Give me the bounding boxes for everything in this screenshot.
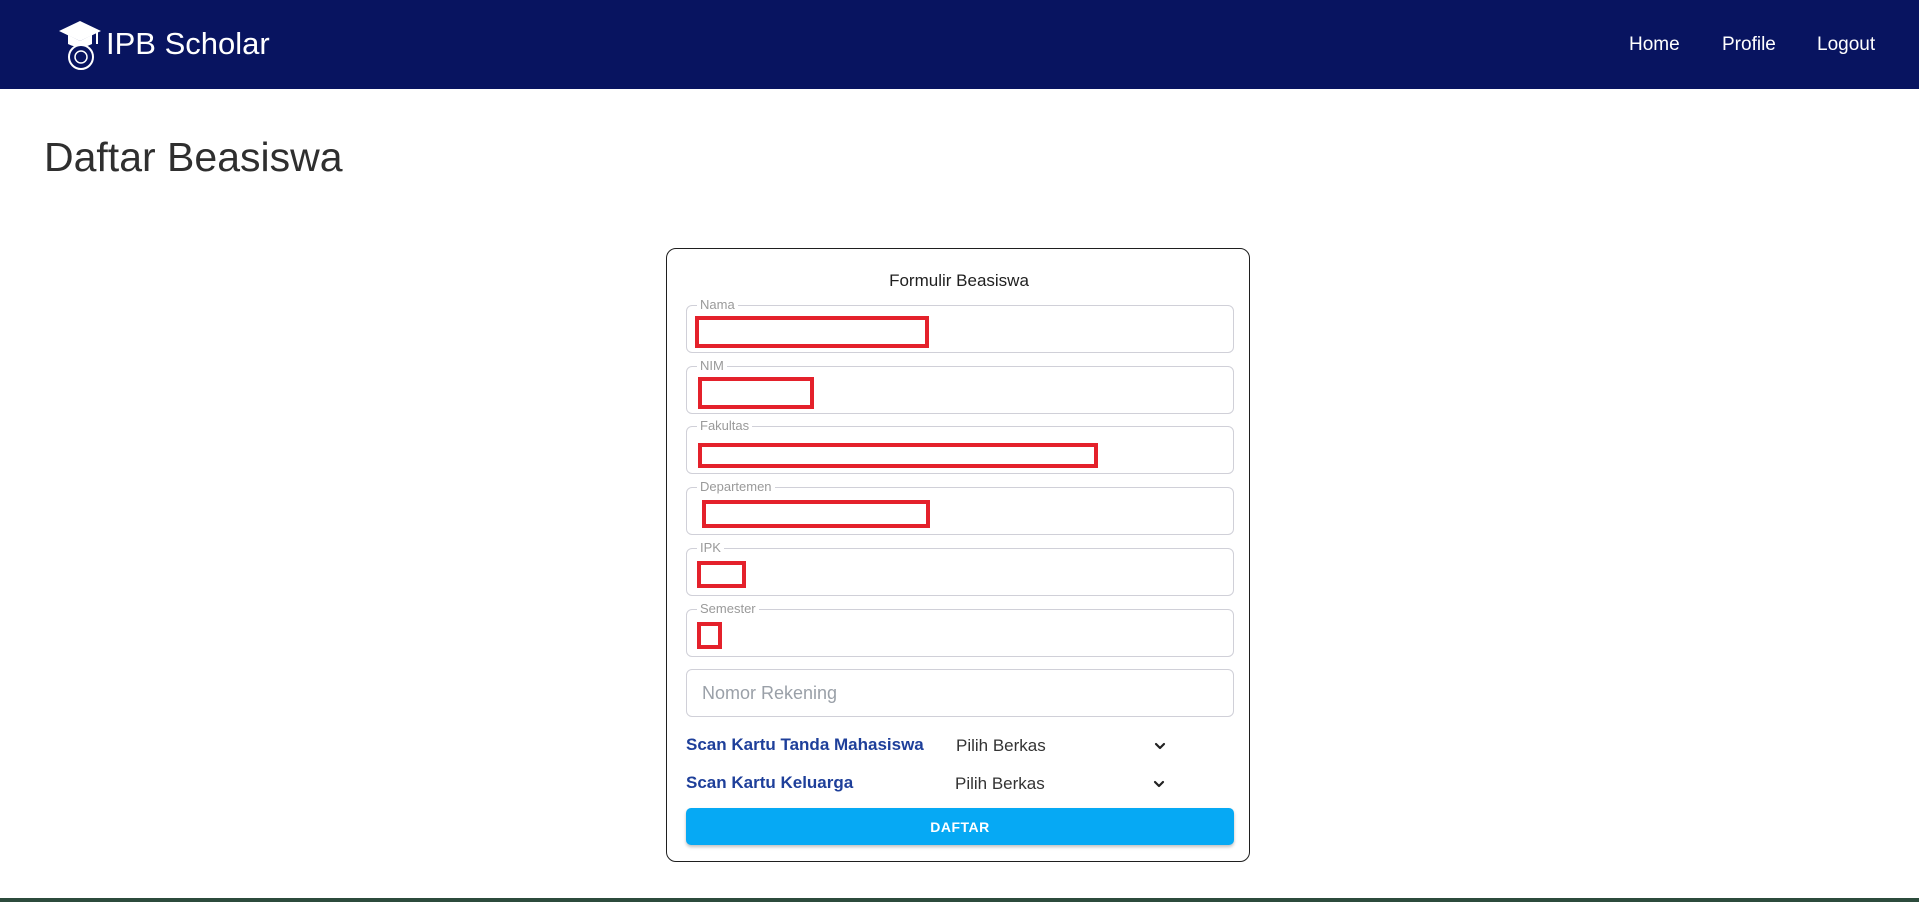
redaction-box bbox=[697, 622, 722, 649]
ipk-field[interactable]: IPK bbox=[686, 541, 1234, 596]
nim-label: NIM bbox=[697, 359, 727, 373]
nim-field[interactable]: NIM bbox=[686, 359, 1234, 414]
daftar-submit-button[interactable]: DAFTAR bbox=[686, 808, 1234, 845]
chevron-down-icon bbox=[1153, 780, 1165, 788]
top-navbar: IPB Scholar Home Profile Logout bbox=[0, 0, 1919, 89]
upload-kk-label: Scan Kartu Keluarga bbox=[686, 773, 854, 792]
chevron-down-icon bbox=[1154, 742, 1166, 750]
fakultas-field[interactable]: Fakultas bbox=[686, 419, 1234, 474]
redaction-box bbox=[698, 377, 814, 409]
scholarship-form-card: Formulir Beasiswa Nama NIM Fakultas Depa… bbox=[666, 248, 1250, 862]
graduation-cap-logo-icon bbox=[59, 21, 101, 70]
bottom-edge-bar bbox=[0, 898, 1919, 902]
upload-ktm-select-value: Pilih Berkas bbox=[956, 736, 1046, 755]
nomor-rekening-input[interactable] bbox=[687, 670, 1233, 716]
upload-kk-select-value: Pilih Berkas bbox=[955, 774, 1045, 793]
nav-profile-link[interactable]: Profile bbox=[1722, 34, 1776, 56]
upload-ktm-select[interactable]: Pilih Berkas bbox=[956, 733, 1166, 761]
nav-logout-link[interactable]: Logout bbox=[1817, 34, 1875, 56]
redaction-box bbox=[702, 500, 930, 528]
brand-home-link[interactable]: IPB Scholar bbox=[56, 16, 270, 72]
page-title: Daftar Beasiswa bbox=[44, 134, 343, 180]
upload-row-ktm: Scan Kartu Tanda Mahasiswa Pilih Berkas bbox=[686, 733, 1234, 761]
upload-row-kk: Scan Kartu Keluarga Pilih Berkas bbox=[686, 771, 1234, 799]
form-title: Formulir Beasiswa bbox=[889, 271, 1029, 290]
departemen-label: Departemen bbox=[697, 480, 775, 494]
redaction-box bbox=[697, 561, 746, 588]
redaction-box bbox=[698, 443, 1098, 468]
redaction-box bbox=[695, 316, 929, 348]
semester-label: Semester bbox=[697, 602, 759, 616]
nav-home-link[interactable]: Home bbox=[1629, 34, 1680, 56]
departemen-field[interactable]: Departemen bbox=[686, 480, 1234, 535]
upload-ktm-label: Scan Kartu Tanda Mahasiswa bbox=[686, 735, 924, 754]
ipk-label: IPK bbox=[697, 541, 724, 555]
nama-label: Nama bbox=[697, 298, 738, 312]
upload-kk-select[interactable]: Pilih Berkas bbox=[955, 771, 1165, 799]
nomor-rekening-field bbox=[686, 669, 1234, 717]
nama-field[interactable]: Nama bbox=[686, 298, 1234, 353]
semester-field[interactable]: Semester bbox=[686, 602, 1234, 657]
fakultas-label: Fakultas bbox=[697, 419, 753, 433]
brand-name: IPB Scholar bbox=[106, 26, 270, 61]
